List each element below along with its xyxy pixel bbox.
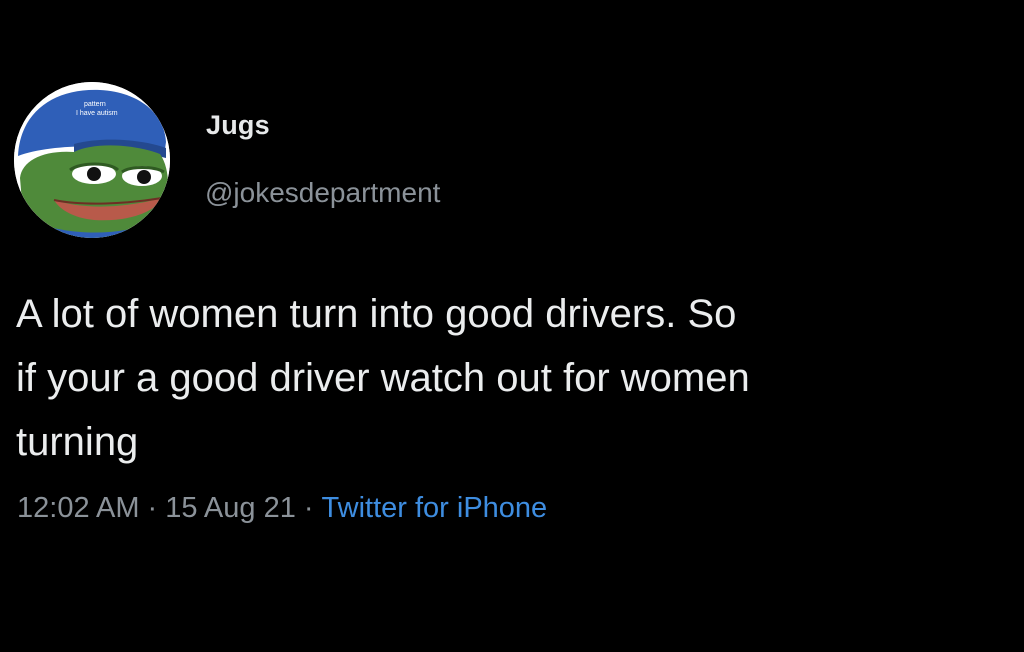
tweet-source-link[interactable]: Twitter for iPhone bbox=[322, 492, 548, 524]
meta-separator: · bbox=[303, 492, 314, 524]
tweet-text: A lot of women turn into good drivers. S… bbox=[16, 282, 1016, 474]
cap-text-2: I have autism bbox=[76, 110, 118, 117]
tweet-text-line: if your a good driver watch out for wome… bbox=[16, 356, 750, 400]
tweet-text-line: A lot of women turn into good drivers. S… bbox=[16, 292, 737, 336]
tweet-card: pattern I have autism Jugs @jokesdepartm… bbox=[0, 0, 1024, 652]
tweet-time[interactable]: 12:02 AM bbox=[17, 492, 140, 524]
tweet-date[interactable]: 15 Aug 21 bbox=[165, 492, 296, 524]
frog-avatar-icon: pattern I have autism bbox=[14, 82, 170, 238]
tweet-meta: 12:02 AM · 15 Aug 21 · Twitter for iPhone bbox=[17, 492, 547, 525]
cap-text-1: pattern bbox=[84, 101, 106, 108]
meta-separator: · bbox=[147, 492, 158, 524]
tweet-text-line: turning bbox=[16, 420, 139, 464]
avatar[interactable]: pattern I have autism bbox=[14, 82, 170, 238]
user-handle[interactable]: @jokesdepartment bbox=[205, 177, 440, 209]
display-name[interactable]: Jugs bbox=[206, 110, 270, 141]
